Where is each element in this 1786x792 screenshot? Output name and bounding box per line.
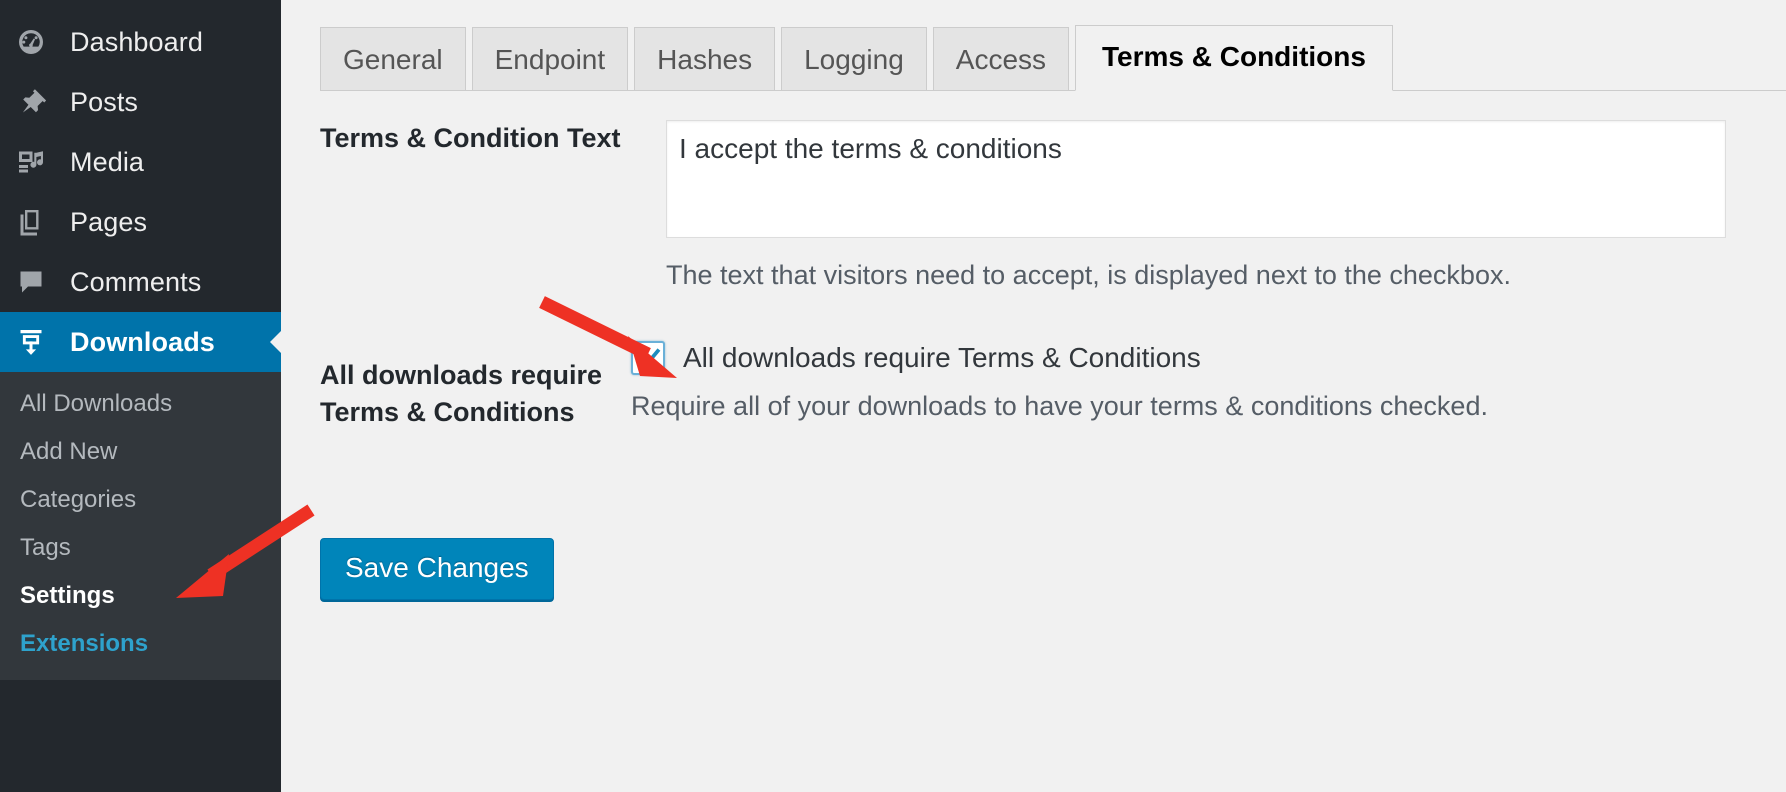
admin-sidebar: Dashboard Posts Media Pages Comments Dow…: [0, 0, 281, 792]
require-terms-checkbox[interactable]: [631, 341, 665, 376]
comments-icon: [16, 267, 62, 297]
tab-hashes[interactable]: Hashes: [634, 27, 776, 91]
sidebar-item-label: Posts: [70, 86, 139, 117]
sidebar-item-posts[interactable]: Posts: [0, 72, 281, 132]
pages-icon: [16, 207, 62, 237]
wordpress-admin-screen: Dashboard Posts Media Pages Comments Dow…: [0, 0, 1786, 792]
sidebar-item-label: Dashboard: [70, 26, 203, 57]
require-terms-field-group: All downloads require Terms & Conditions…: [631, 341, 1786, 424]
require-terms-checkbox-label[interactable]: All downloads require Terms & Conditions: [665, 342, 1201, 374]
terms-text-input[interactable]: [666, 120, 1726, 238]
submenu-item-add-new[interactable]: Add New: [0, 428, 281, 476]
terms-text-description: The text that visitors need to accept, i…: [666, 260, 1511, 290]
sidebar-item-label: Media: [70, 146, 145, 177]
submenu-item-settings[interactable]: Settings: [0, 572, 281, 620]
require-terms-checkbox-line: All downloads require Terms & Conditions: [631, 341, 1776, 376]
require-terms-description: Require all of your downloads to have yo…: [631, 391, 1488, 422]
settings-form: Terms & Condition Text The text that vis…: [281, 120, 1786, 600]
submenu-item-extensions[interactable]: Extensions: [0, 620, 281, 668]
submenu-item-all-downloads[interactable]: All Downloads: [0, 380, 281, 428]
sidebar-item-downloads[interactable]: Downloads: [0, 312, 281, 372]
tab-access[interactable]: Access: [932, 27, 1070, 91]
settings-tab-bar: General Endpoint Hashes Logging Access T…: [320, 25, 1786, 91]
save-changes-button[interactable]: Save Changes: [320, 538, 554, 600]
checkmark-icon: [637, 348, 661, 368]
downloads-submenu: All Downloads Add New Categories Tags Se…: [0, 372, 281, 680]
require-terms-label: All downloads require Terms & Conditions: [320, 360, 603, 427]
tab-endpoint[interactable]: Endpoint: [471, 27, 629, 91]
require-terms-row: All downloads require Terms & Conditions…: [281, 341, 1786, 430]
sidebar-item-comments[interactable]: Comments: [0, 252, 281, 312]
terms-text-field-group: The text that visitors need to accept, i…: [666, 120, 1786, 293]
settings-content-panel: General Endpoint Hashes Logging Access T…: [176, 0, 1786, 792]
tab-general[interactable]: General: [320, 27, 466, 91]
sidebar-item-media[interactable]: Media: [0, 132, 281, 192]
save-button-wrapper: Save Changes: [320, 538, 554, 600]
terms-text-label: Terms & Condition Text: [320, 123, 621, 153]
sidebar-item-dashboard[interactable]: Dashboard: [0, 12, 281, 72]
dashboard-icon: [16, 27, 62, 57]
sidebar-item-label: Pages: [70, 206, 148, 237]
tab-logging[interactable]: Logging: [781, 27, 927, 91]
submenu-item-tags[interactable]: Tags: [0, 524, 281, 572]
download-icon: [16, 327, 62, 357]
terms-text-row: Terms & Condition Text The text that vis…: [281, 120, 1786, 293]
pin-icon: [16, 87, 62, 117]
media-icon: [16, 147, 62, 177]
sidebar-item-label: Downloads: [70, 326, 215, 357]
sidebar-item-pages[interactable]: Pages: [0, 192, 281, 252]
tab-terms-and-conditions[interactable]: Terms & Conditions: [1075, 25, 1393, 91]
submenu-item-categories[interactable]: Categories: [0, 476, 281, 524]
sidebar-item-label: Comments: [70, 266, 202, 297]
